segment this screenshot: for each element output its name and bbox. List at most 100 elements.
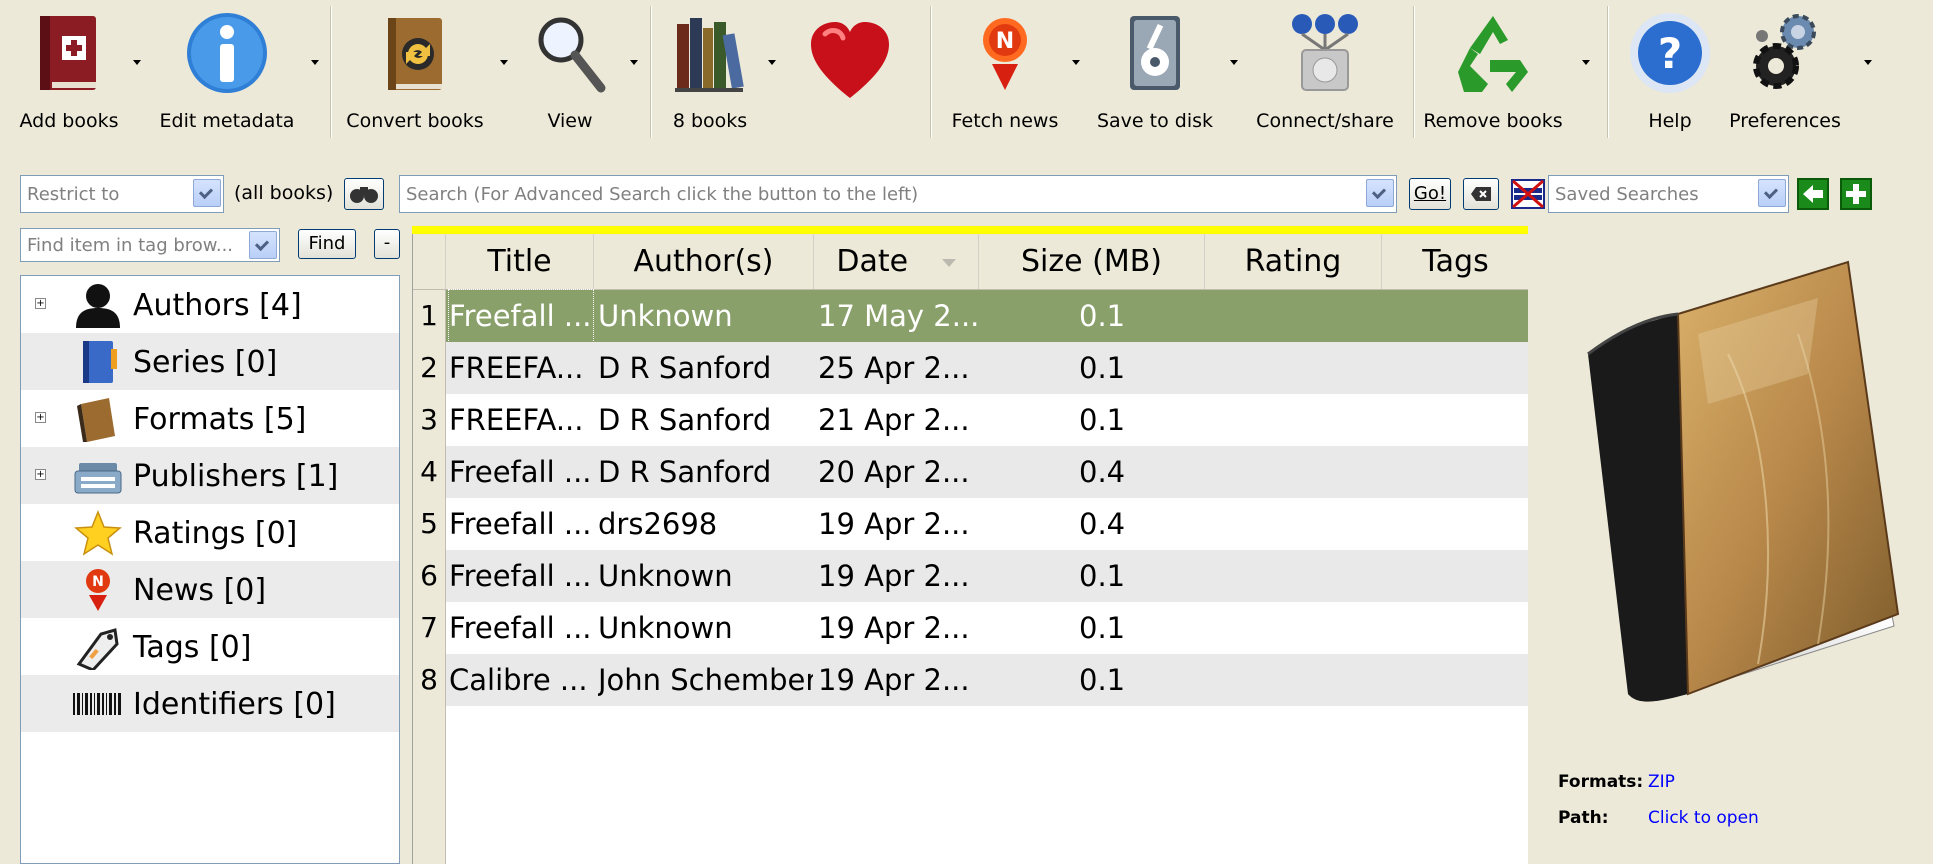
table-row[interactable]: 7 Freefall ... Unknown 19 Apr 2... 0.1 [413,602,1529,654]
cell-rating[interactable] [1209,654,1379,706]
save-to-disk-dropdown-arrow[interactable] [1230,60,1238,65]
table-row[interactable]: 3 FREEFA... D R Sanford 21 Apr 2... 0.1 [413,394,1529,446]
add-books-button[interactable]: Add books [10,6,128,136]
library-button[interactable]: 8 books [660,6,760,136]
cell-date[interactable]: 25 Apr 2... [818,342,978,394]
highlight-toggle-button[interactable] [1508,176,1548,212]
cell-rating[interactable] [1209,342,1379,394]
cell-author[interactable]: D R Sanford [598,446,813,498]
cell-size[interactable]: 0.1 [1079,602,1199,654]
column-header-date[interactable]: Date [814,234,979,289]
cell-tags[interactable] [1386,394,1526,446]
connect-share-button[interactable]: Connect/share [1250,6,1400,136]
advanced-search-button[interactable] [344,178,384,210]
path-open-link[interactable]: Click to open [1648,808,1759,828]
edit-metadata-dropdown-arrow[interactable] [311,60,319,65]
convert-books-button[interactable]: Convert books [345,6,485,136]
tag-browser-find-input[interactable]: Find item in tag brow... [20,228,280,262]
cell-title[interactable]: FREEFA... [449,342,593,394]
view-dropdown-arrow[interactable] [630,60,638,65]
formats-value-link[interactable]: ZIP [1648,772,1675,792]
column-header-title[interactable]: Title [446,234,594,289]
cell-title[interactable]: Freefall ... [449,602,593,654]
cell-title[interactable]: Freefall ... [449,550,593,602]
cell-rating[interactable] [1209,498,1379,550]
expand-icon[interactable]: + [35,298,46,309]
cell-tags[interactable] [1386,290,1526,342]
go-button[interactable]: Go! [1409,178,1451,210]
cell-date[interactable]: 21 Apr 2... [818,394,978,446]
save-to-disk-button[interactable]: Save to disk [1090,6,1220,136]
cell-rating[interactable] [1209,602,1379,654]
cell-date[interactable]: 19 Apr 2... [818,654,978,706]
view-button[interactable]: View [520,6,620,136]
cell-size[interactable]: 0.1 [1079,342,1199,394]
tag-category-tags[interactable]: Tags [0] [21,618,399,675]
cell-author[interactable]: D R Sanford [598,394,813,446]
column-header-authors[interactable]: Author(s) [594,234,814,289]
remove-books-dropdown-arrow[interactable] [1582,60,1590,65]
table-row[interactable]: 6 Freefall ... Unknown 19 Apr 2... 0.1 [413,550,1529,602]
cell-tags[interactable] [1386,654,1526,706]
cell-author[interactable]: drs2698 [598,498,813,550]
cell-tags[interactable] [1386,602,1526,654]
chevron-down-icon[interactable] [1366,179,1394,207]
cell-author[interactable]: Unknown [598,602,813,654]
tag-category-news[interactable]: N News [0] [21,561,399,618]
cell-size[interactable]: 0.4 [1079,498,1199,550]
cell-author[interactable]: Unknown [598,550,813,602]
library-dropdown-arrow[interactable] [768,60,776,65]
tag-category-publishers[interactable]: + Publishers [1] [21,447,399,504]
cell-size[interactable]: 0.1 [1079,550,1199,602]
cell-title[interactable]: Freefall ... [449,498,593,550]
cell-title[interactable]: Freefall ... [448,289,594,343]
tag-find-button[interactable]: Find [298,229,356,259]
column-header-rating[interactable]: Rating [1205,234,1382,289]
cell-size[interactable]: 0.1 [1079,394,1199,446]
cell-tags[interactable] [1386,550,1526,602]
save-search-button[interactable] [1840,178,1872,210]
tag-category-series[interactable]: Series [0] [21,333,399,390]
saved-searches-combo[interactable]: Saved Searches [1548,175,1789,213]
fetch-news-button[interactable]: N Fetch news [940,6,1070,136]
cell-date[interactable]: 19 Apr 2... [818,550,978,602]
table-row[interactable]: 4 Freefall ... D R Sanford 20 Apr 2... 0… [413,446,1529,498]
tag-collapse-button[interactable]: - [374,229,400,259]
table-row[interactable]: 5 Freefall ... drs2698 19 Apr 2... 0.4 [413,498,1529,550]
cell-title[interactable]: Freefall ... [449,446,593,498]
cell-size[interactable]: 0.4 [1079,446,1199,498]
cell-rating[interactable] [1209,290,1379,342]
preferences-dropdown-arrow[interactable] [1864,60,1872,65]
cell-rating[interactable] [1209,394,1379,446]
cell-rating[interactable] [1209,446,1379,498]
remove-books-button[interactable]: Remove books [1423,6,1563,136]
cell-date[interactable]: 19 Apr 2... [818,602,978,654]
column-header-size[interactable]: Size (MB) [979,234,1205,289]
cell-date[interactable]: 19 Apr 2... [818,498,978,550]
search-input[interactable]: Search (For Advanced Search click the bu… [399,175,1397,213]
chevron-down-icon[interactable] [249,231,277,259]
expand-icon[interactable]: + [35,469,46,480]
cell-tags[interactable] [1386,446,1526,498]
preferences-button[interactable]: Preferences [1720,6,1850,136]
expand-icon[interactable]: + [35,412,46,423]
chevron-down-icon[interactable] [193,179,221,207]
cell-author[interactable]: D R Sanford [598,342,813,394]
tag-category-ratings[interactable]: Ratings [0] [21,504,399,561]
column-header-tags[interactable]: Tags [1382,234,1529,289]
cell-tags[interactable] [1386,498,1526,550]
tag-category-identifiers[interactable]: Identifiers [0] [21,675,399,732]
table-row[interactable]: 8 Calibre ... John Schember 19 Apr 2... … [413,654,1529,706]
restrict-to-combo[interactable]: Restrict to [20,175,224,213]
cell-size[interactable]: 0.1 [1079,654,1199,706]
add-books-dropdown-arrow[interactable] [133,60,141,65]
donate-button[interactable] [800,6,900,136]
table-row[interactable]: 2 FREEFA... D R Sanford 25 Apr 2... 0.1 [413,342,1529,394]
chevron-down-icon[interactable] [1758,179,1786,207]
cell-rating[interactable] [1209,550,1379,602]
fetch-news-dropdown-arrow[interactable] [1072,60,1080,65]
help-button[interactable]: ? Help [1620,6,1720,136]
delete-saved-search-button[interactable] [1797,178,1829,210]
cell-tags[interactable] [1386,342,1526,394]
table-row[interactable]: 1 Freefall ... Unknown 17 May 2... 0.1 [413,289,1529,343]
